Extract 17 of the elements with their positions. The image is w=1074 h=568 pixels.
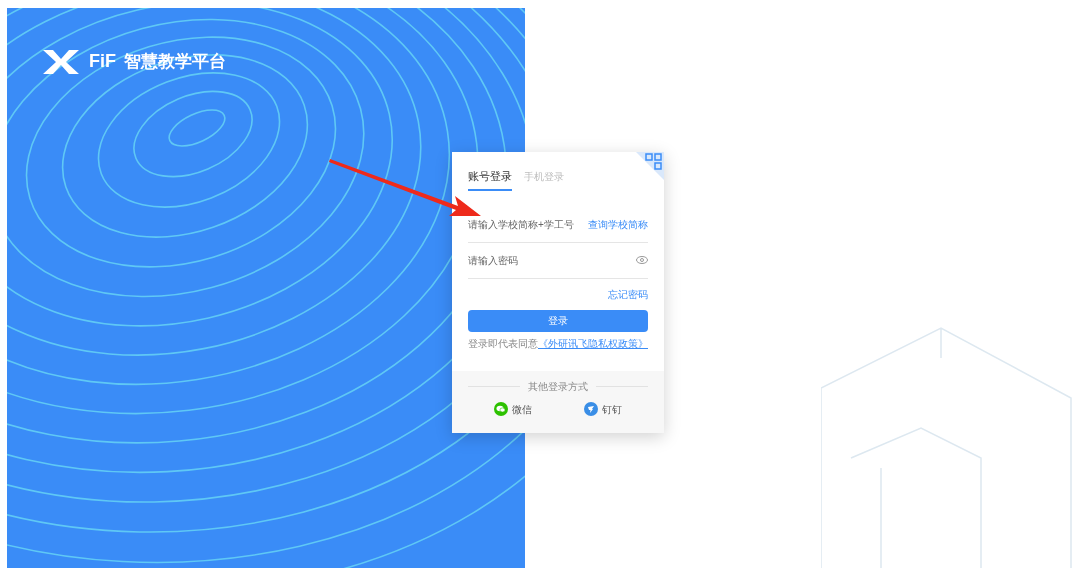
other-login-title: 其他登录方式 [528,379,588,394]
forgot-password-link[interactable]: 忘记密码 [608,286,648,302]
query-school-link[interactable]: 查询学校简称 [588,216,648,232]
brand-mark: FiF [89,50,116,73]
password-input[interactable]: 请输入密码 [468,252,636,268]
login-tab[interactable]: 账号登录 [468,168,512,191]
account-field[interactable]: 请输入学校简称+学工号 查询学校简称 [468,206,648,243]
login-method-link[interactable]: 微信 [494,401,532,417]
privacy-policy-link[interactable]: 《外研讯飞隐私权政策》 [538,335,648,351]
password-field[interactable]: 请输入密码 [468,242,648,279]
eye-icon[interactable] [636,256,648,264]
login-button[interactable]: 登录 [468,309,648,332]
agreement-text: 登录即代表同意 [468,336,538,351]
x-logo-icon [41,48,81,75]
login-method-link[interactable]: 钉钉 [584,401,622,417]
brand-name: 智慧教学平台 [124,49,226,73]
chat-bubble-icon [494,402,508,416]
